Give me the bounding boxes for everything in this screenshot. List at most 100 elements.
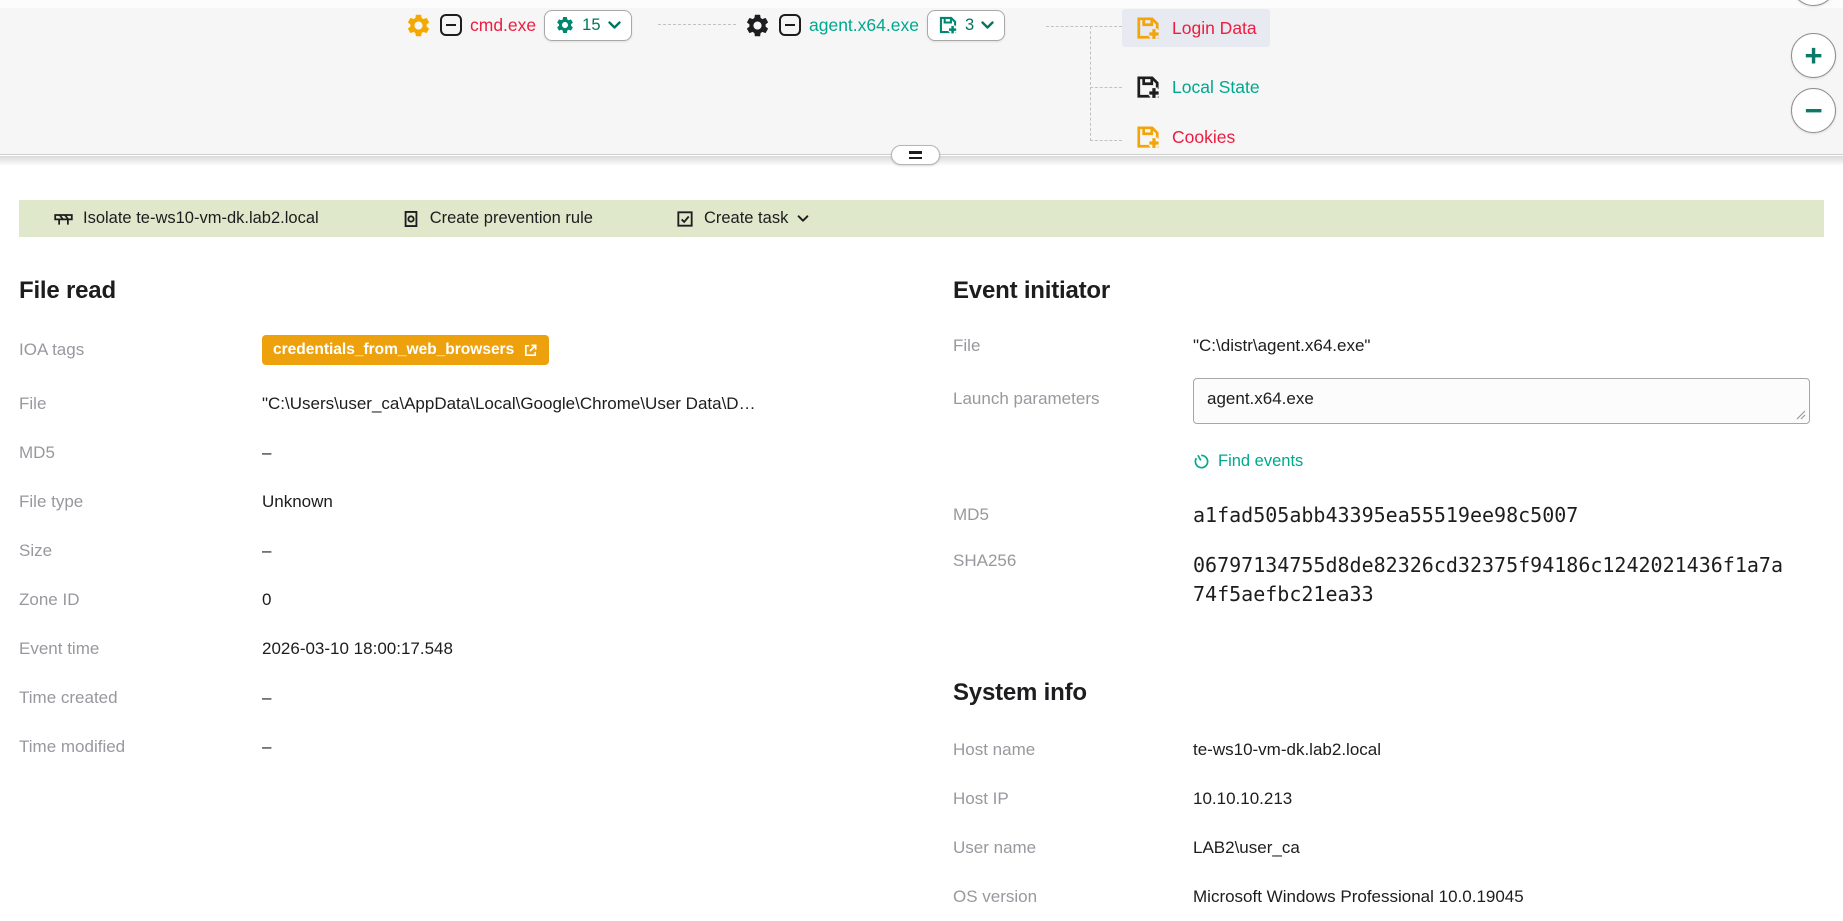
row-label: Host IP — [953, 789, 1193, 809]
tree-connector — [1090, 87, 1122, 88]
row-value: 0 — [262, 590, 271, 610]
equals-icon — [909, 151, 922, 153]
tree-connector — [1046, 26, 1122, 27]
gear-icon — [405, 12, 432, 39]
create-task-button[interactable]: Create task — [675, 209, 809, 229]
section-title-file-read: File read — [19, 277, 924, 305]
file-node-label: Cookies — [1172, 127, 1235, 148]
row-initiator-md5: MD5 a1fad505abb43395ea55519ee98c5007 — [953, 490, 1835, 539]
barrier-icon — [53, 208, 74, 229]
launch-parameters-wrap: agent.x64.exe — [1193, 378, 1810, 429]
row-value: – — [262, 443, 271, 463]
file-node-local-state[interactable]: Local State — [1122, 68, 1273, 106]
isolate-host-label: Isolate te-ws10-vm-dk.lab2.local — [83, 209, 319, 228]
row-file-type: File type Unknown — [19, 477, 924, 526]
row-initiator-sha256: SHA256 06797134755d8de82326cd32375f94186… — [953, 539, 1835, 619]
equals-icon — [909, 157, 922, 159]
find-events-label: Find events — [1218, 452, 1303, 471]
row-size: Size – — [19, 526, 924, 575]
row-label: SHA256 — [953, 551, 1193, 571]
process-name-cmd[interactable]: cmd.exe — [470, 15, 536, 36]
initiator-file-link[interactable]: "C:\distr\agent.x64.exe" — [1193, 336, 1370, 356]
row-label: File type — [19, 492, 262, 512]
row-user-name: User name LAB2\user_ca — [953, 823, 1835, 872]
row-label: Size — [19, 541, 262, 561]
file-node-label: Local State — [1172, 77, 1260, 98]
process-tree-panel: cmd.exe 15 agent.x64.exe — [0, 0, 1843, 155]
file-save-plus-icon — [1135, 74, 1161, 100]
isolate-host-button[interactable]: Isolate te-ws10-vm-dk.lab2.local — [53, 208, 319, 229]
row-md5: MD5 – — [19, 428, 924, 477]
section-title-event-initiator: Event initiator — [953, 277, 1835, 305]
sha256-hash-link[interactable]: 06797134755d8de82326cd32375f94186c124202… — [1193, 551, 1793, 609]
event-initiator-section: Event initiator File "C:\distr\agent.x64… — [953, 263, 1835, 921]
row-value: Unknown — [262, 492, 333, 512]
find-events-link[interactable]: Find events — [1193, 444, 1303, 478]
collapse-node-button[interactable] — [440, 14, 462, 36]
launch-parameters-input[interactable]: agent.x64.exe — [1193, 378, 1810, 424]
splitter-handle[interactable] — [891, 145, 940, 165]
row-label: IOA tags — [19, 340, 262, 360]
row-host-ip: Host IP 10.10.10.213 — [953, 774, 1835, 823]
row-ioa-tags: IOA tags credentials_from_web_browsers — [19, 321, 924, 379]
find-events-icon — [1190, 449, 1213, 472]
cmd-events-dropdown[interactable]: 15 — [544, 10, 631, 41]
row-label: MD5 — [953, 505, 1193, 525]
create-prevention-rule-button[interactable]: Create prevention rule — [401, 209, 593, 229]
ioa-tag-badge[interactable]: credentials_from_web_browsers — [262, 335, 549, 365]
zoom-out-button[interactable]: − — [1791, 88, 1836, 133]
agent-files-dropdown[interactable]: 3 — [927, 10, 1005, 41]
row-label: MD5 — [19, 443, 262, 463]
create-prevention-rule-label: Create prevention rule — [430, 209, 593, 228]
row-label: Time modified — [19, 737, 262, 757]
chevron-down-icon — [981, 21, 994, 29]
external-link-icon — [523, 343, 538, 358]
row-label: Time created — [19, 688, 262, 708]
row-launch-parameters: Launch parameters agent.x64.exe — [953, 378, 1835, 444]
host-name-link[interactable]: te-ws10-vm-dk.lab2.local — [1193, 740, 1381, 760]
task-checkbox-icon — [675, 209, 695, 229]
row-value: 2026-03-10 18:00:17.548 — [262, 639, 453, 659]
file-save-plus-icon — [1135, 15, 1161, 41]
row-event-time: Event time 2026-03-10 18:00:17.548 — [19, 624, 924, 673]
tree-connector — [1090, 26, 1091, 141]
row-label: Event time — [19, 639, 262, 659]
host-ip-link[interactable]: 10.10.10.213 — [1193, 789, 1292, 809]
collapse-node-button[interactable] — [779, 14, 801, 36]
row-zone-id: Zone ID 0 — [19, 575, 924, 624]
row-label: User name — [953, 838, 1193, 858]
row-label: File — [953, 336, 1193, 356]
row-label: Zone ID — [19, 590, 262, 610]
agent-file-count: 3 — [965, 16, 974, 35]
row-value: – — [262, 688, 271, 708]
gear-icon — [555, 15, 575, 35]
file-node-login-data[interactable]: Login Data — [1122, 9, 1270, 47]
file-save-plus-icon — [1135, 124, 1161, 150]
file-save-plus-icon — [938, 15, 958, 35]
prevention-rule-icon — [401, 209, 421, 229]
minus-icon — [446, 24, 456, 26]
minus-icon — [785, 24, 795, 26]
process-name-agent[interactable]: agent.x64.exe — [809, 15, 919, 36]
row-label: Launch parameters — [953, 378, 1193, 409]
create-task-label: Create task — [704, 209, 788, 228]
file-path-link[interactable]: "C:\Users\user_ca\AppData\Local\Google\C… — [262, 394, 756, 414]
row-initiator-file: File "C:\distr\agent.x64.exe" — [953, 321, 1835, 370]
process-node-agent: agent.x64.exe 3 — [744, 6, 1005, 44]
row-host-name: Host name te-ws10-vm-dk.lab2.local — [953, 725, 1835, 774]
row-label: Host name — [953, 740, 1193, 760]
zoom-in-button[interactable]: + — [1791, 33, 1836, 78]
md5-hash-link[interactable]: a1fad505abb43395ea55519ee98c5007 — [1193, 503, 1578, 527]
row-label: File — [19, 394, 262, 414]
user-name-link[interactable]: LAB2\user_ca — [1193, 838, 1300, 858]
file-node-cookies[interactable]: Cookies — [1122, 120, 1248, 154]
section-title-system-info: System info — [953, 679, 1835, 707]
process-node-cmd: cmd.exe 15 — [405, 6, 632, 44]
row-time-modified: Time modified – — [19, 722, 924, 771]
row-time-created: Time created – — [19, 673, 924, 722]
tree-connector — [658, 24, 736, 25]
chevron-down-icon — [797, 215, 809, 222]
chevron-down-icon — [608, 21, 621, 29]
row-value: – — [262, 737, 271, 757]
cmd-event-count: 15 — [582, 16, 600, 35]
